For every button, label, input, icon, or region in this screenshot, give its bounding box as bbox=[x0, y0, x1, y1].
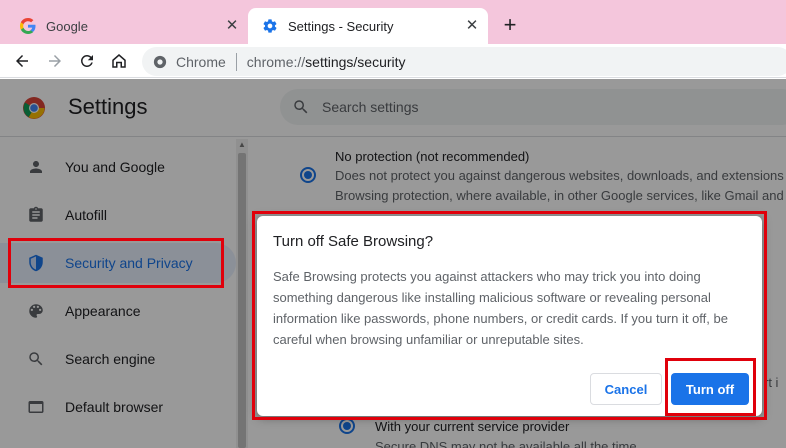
back-arrow-icon[interactable] bbox=[11, 50, 33, 72]
forward-arrow-icon[interactable] bbox=[44, 50, 66, 72]
dialog-body: Safe Browsing protects you against attac… bbox=[273, 269, 728, 347]
url-path: settings/security bbox=[305, 53, 406, 70]
new-tab-plus-icon[interactable]: + bbox=[498, 14, 522, 38]
turn-off-safe-browsing-dialog: Turn off Safe Browsing? Safe Browsing pr… bbox=[257, 216, 762, 416]
settings-gear-icon bbox=[262, 18, 278, 34]
google-favicon-icon bbox=[20, 18, 36, 34]
tab-strip: Google ✕ Settings - Security ✕ + bbox=[0, 0, 786, 44]
home-icon[interactable] bbox=[108, 50, 130, 72]
address-bar[interactable]: Chrome chrome:// settings/security bbox=[142, 47, 786, 76]
reload-icon[interactable] bbox=[76, 50, 98, 72]
browser-toolbar: Chrome chrome:// settings/security bbox=[0, 44, 786, 78]
tab-google-title: Google bbox=[46, 18, 88, 34]
url-scheme: chrome:// bbox=[246, 53, 306, 70]
chrome-page-icon bbox=[152, 54, 168, 70]
tab-google[interactable]: Google ✕ bbox=[0, 8, 248, 44]
cancel-button[interactable]: Cancel bbox=[590, 373, 662, 405]
tab-settings[interactable]: Settings - Security ✕ bbox=[248, 8, 488, 44]
omnibox-separator bbox=[235, 52, 237, 71]
tab-settings-close-icon[interactable]: ✕ bbox=[464, 18, 480, 34]
tab-google-close-icon[interactable]: ✕ bbox=[224, 18, 240, 34]
dialog-title: Turn off Safe Browsing? bbox=[273, 233, 434, 250]
turn-off-button[interactable]: Turn off bbox=[671, 373, 749, 405]
tab-settings-title: Settings - Security bbox=[288, 18, 394, 34]
origin-label: Chrome bbox=[176, 53, 226, 70]
